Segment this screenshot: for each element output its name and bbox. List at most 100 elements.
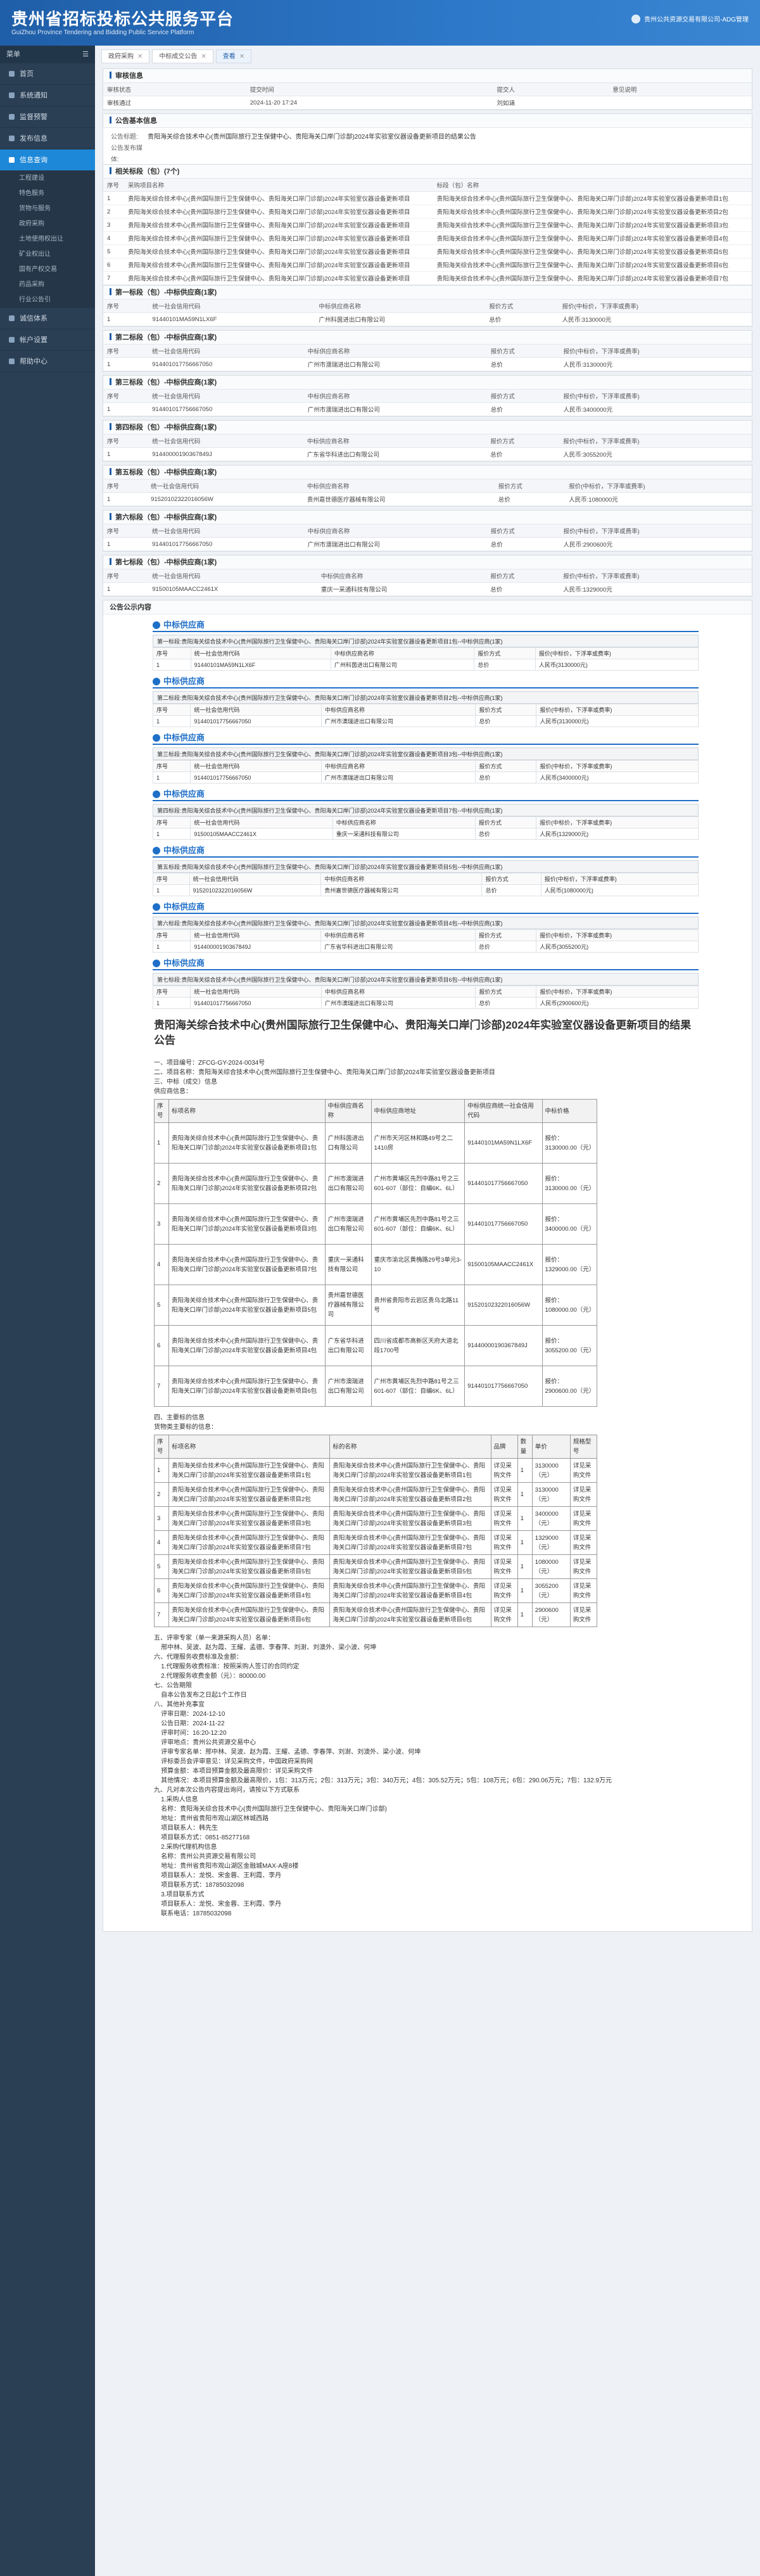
column-header: 报价(中标价，下浮率或费率) [536, 760, 699, 772]
table-row: 2 贵阳海关综合技术中心(贵州国际旅行卫生保健中心、贵阳海关口岸门诊部)2024年… [103, 205, 752, 219]
table-cell: 报价：3130000.00（元） [542, 1163, 598, 1204]
sidebar-subitem-4[interactable]: 土地使用权出让 [0, 232, 95, 247]
lot-title: 第六标段:贵阳海关综合技术中心(贵州国际旅行卫生保健中心、贵阳海关口岸门诊部)2… [153, 917, 699, 929]
column-header: 中标供应商名称 [321, 986, 476, 998]
table-header-row: 序号 标项名称 中标供应商名称 中标供应商地址 中标供应商统一社会信用代码 中标价格 [153, 1099, 598, 1123]
sidebar-item-2[interactable]: 监督预警 [0, 106, 95, 128]
column-header: 采购项目名称 [124, 179, 433, 192]
table-cell: 详见采购文件 [569, 1482, 598, 1507]
table-cell: 3130000（元） [531, 1458, 571, 1483]
table-cell: 详见采购文件 [490, 1506, 518, 1531]
tab-0[interactable]: 政府采购 ✕ [101, 49, 150, 63]
table-cell: 贵阳海关综合技术中心(贵州国际旅行卫生保健中心、贵阳海关口岸门诊部)2024年实… [168, 1506, 331, 1531]
table-row: 5 贵阳海关综合技术中心(贵州国际旅行卫生保健中心、贵阳海关口岸门诊部)2024年… [153, 1554, 598, 1579]
table-cell: 贵州嘉世德医疗器械有限公司 [320, 884, 483, 896]
tab-label: 中标成交公告 [159, 53, 198, 60]
sidebar-subitem-3[interactable]: 政府采购 [0, 217, 95, 232]
sidebar-subitem-0[interactable]: 工程建设 [0, 171, 95, 186]
table-header-row: 序号 统一社会信用代码 中标供应商名称 报价方式 报价(中标价，下浮率或费率) [103, 569, 752, 583]
sidebar-item-b1[interactable]: 帐户设置 [0, 329, 95, 351]
table-cell: 1080000（元） [531, 1554, 571, 1579]
table-cell: 人民币:3400000元 [559, 402, 752, 416]
table-cell: 贵阳海关综合技术中心(贵州国际旅行卫生保健中心、贵阳海关口岸门诊部)2024年实… [124, 244, 433, 258]
winner-table: 序号 统一社会信用代码 中标供应商名称 报价方式 报价(中标价，下浮率或费率) 1 9144… [152, 760, 699, 784]
close-icon[interactable]: ✕ [201, 53, 206, 60]
announcement-content: 公告公示内容 中标供应商 第一标段:贵阳海关综合技术中心(贵州国际旅行卫生保健中心、… [103, 600, 752, 1932]
tab-1[interactable]: 中标成交公告 ✕ [152, 49, 213, 63]
table-header-row: 序号 统一社会信用代码 中标供应商名称 报价方式 报价(中标价，下浮率或费率) [103, 524, 752, 538]
table-cell: 详见采购文件 [490, 1554, 518, 1579]
table-cell: 914401017756667050 [190, 771, 322, 784]
column-header: 序号 [103, 345, 149, 358]
table-cell: 1 [153, 884, 190, 896]
sidebar-subitem-6[interactable]: 国有产权交易 [0, 262, 95, 277]
table-cell: 4 [153, 1530, 170, 1555]
sidebar-item-0[interactable]: 首页 [0, 63, 95, 85]
table-row: 1 914401017756667050 广州市澳瑞进出口有限公司 总价 人民币:290… [103, 537, 752, 551]
column-header: 中标供应商名称 [324, 1099, 372, 1123]
column-header: 序号 [103, 569, 149, 583]
table-cell: 1 [103, 537, 149, 551]
menu-item-icon [9, 92, 15, 98]
table-row: 审核通过 2024-11-20 17:24 刘如涵 [103, 96, 752, 110]
menu-item-icon [9, 358, 15, 364]
table-cell: 贵阳海关综合技术中心(贵州国际旅行卫生保健中心、贵阳海关口岸门诊部)2024年实… [329, 1602, 491, 1627]
table-cell: 5 [153, 1285, 170, 1326]
user-menu[interactable]: 贵州公共资源交易有限公司-ADG管理 [631, 14, 749, 23]
sidebar-subitem-8[interactable]: 行业公告引 [0, 293, 95, 308]
table-cell: 广州科茵进出口有限公司 [324, 1122, 372, 1164]
table-cell: 914401017756667050 [464, 1163, 543, 1204]
menu-toggle-icon[interactable]: ☰ [82, 46, 89, 63]
table-cell: 1 [103, 582, 149, 596]
table-cell: 人民币:1080000元 [565, 492, 752, 506]
winning-supplier-label: 中标供应商 [153, 845, 699, 858]
table-cell: 1 [517, 1458, 533, 1483]
close-icon[interactable]: ✕ [137, 53, 142, 60]
sidebar-subitem-1[interactable]: 特色服务 [0, 186, 95, 201]
table-cell: 3 [103, 218, 125, 232]
table-cell: 贵阳海关综合技术中心(贵州国际旅行卫生保健中心、贵阳海关口岸门诊部)2024年实… [329, 1578, 491, 1603]
sidebar-subitem-5[interactable]: 矿业权出让 [0, 247, 95, 262]
table-cell: 91440000190367849J [464, 1325, 543, 1366]
column-header: 中标供应商名称 [320, 929, 476, 941]
table-row: 1 91440000190367849J 广东省华科进出口有限公司 总价 人民币:305… [103, 447, 752, 461]
table-cell: 4 [103, 231, 125, 245]
sidebar-item-3[interactable]: 发布信息 [0, 128, 95, 149]
column-header: 报价方式 [485, 300, 559, 313]
sidebar-item-label: 诚信体系 [20, 314, 48, 322]
table-cell: 1 [153, 1122, 170, 1164]
column-header: 中标供应商名称 [303, 435, 487, 448]
table-header-row: 审核状态 提交时间 提交人 意见说明 [103, 83, 752, 96]
column-header: 中标供应商名称 [321, 704, 476, 716]
table-cell: 总价 [485, 312, 559, 326]
winner-table: 序号 统一社会信用代码 中标供应商名称 报价方式 报价(中标价，下浮率或费率) 1 9150… [103, 569, 752, 596]
table-header-row: 序号 统一社会信用代码 中标供应商名称 报价方式 报价(中标价，下浮率或费率) [152, 986, 699, 998]
table-cell: 详见采购文件 [490, 1602, 518, 1627]
winner-panel-1: 第一标段（包）-中标供应商(1家) 序号 统一社会信用代码 中标供应商名称 报价方式 报价… [103, 285, 752, 327]
table-row: 4 贵阳海关综合技术中心(贵州国际旅行卫生保健中心、贵阳海关口岸门诊部)2024年… [153, 1530, 598, 1555]
column-header: 序号 [103, 390, 149, 403]
table-cell: 91500105MAACC2461X [148, 582, 317, 596]
table-cell: 人民币:3130000元 [558, 312, 752, 326]
close-icon[interactable]: ✕ [239, 53, 244, 60]
panel-title: 审核信息 [103, 69, 752, 83]
table-cell: 广州市澳瑞进出口有限公司 [321, 715, 476, 727]
winner-panel-5: 第五标段（包）-中标供应商(1家) 序号 统一社会信用代码 中标供应商名称 报价方式 报价… [103, 465, 752, 507]
table-header-row: 序号 统一社会信用代码 中标供应商名称 报价方式 报价(中标价，下浮率或费率) [103, 390, 752, 403]
winning-supplier-block: 中标供应商 第二标段:贵阳海关综合技术中心(贵州国际旅行卫生保健中心、贵阳海关口岸… [152, 676, 699, 727]
sidebar-item-b2[interactable]: 帮助中心 [0, 351, 95, 372]
table-cell: 广州科茵进出口有限公司 [315, 312, 486, 326]
document-title: 贵阳海关综合技术中心(贵州国际旅行卫生保健中心、贵阳海关口岸门诊部)2024年实… [154, 1019, 692, 1046]
sidebar-subitem-2[interactable]: 货物与服务 [0, 201, 95, 217]
tab-2[interactable]: 查看 ✕ [215, 49, 252, 63]
document-line: 供应商信息： [154, 1088, 192, 1095]
table-cell: 人民币(1080000元) [540, 884, 699, 896]
table-cell: 1 [103, 447, 149, 461]
sidebar-item-1[interactable]: 系统通知 [0, 85, 95, 106]
column-header: 报价方式 [475, 704, 537, 716]
sidebar-subitem-7[interactable]: 药品采购 [0, 277, 95, 293]
sidebar-item-4[interactable]: 信息查询 [0, 149, 95, 171]
sidebar-item-b0[interactable]: 诚信体系 [0, 308, 95, 329]
document-line: 预算金额：本项目预算金额及最高限价：详见采购文件 [154, 1768, 314, 1775]
label-text: 中标供应商 [163, 958, 205, 968]
